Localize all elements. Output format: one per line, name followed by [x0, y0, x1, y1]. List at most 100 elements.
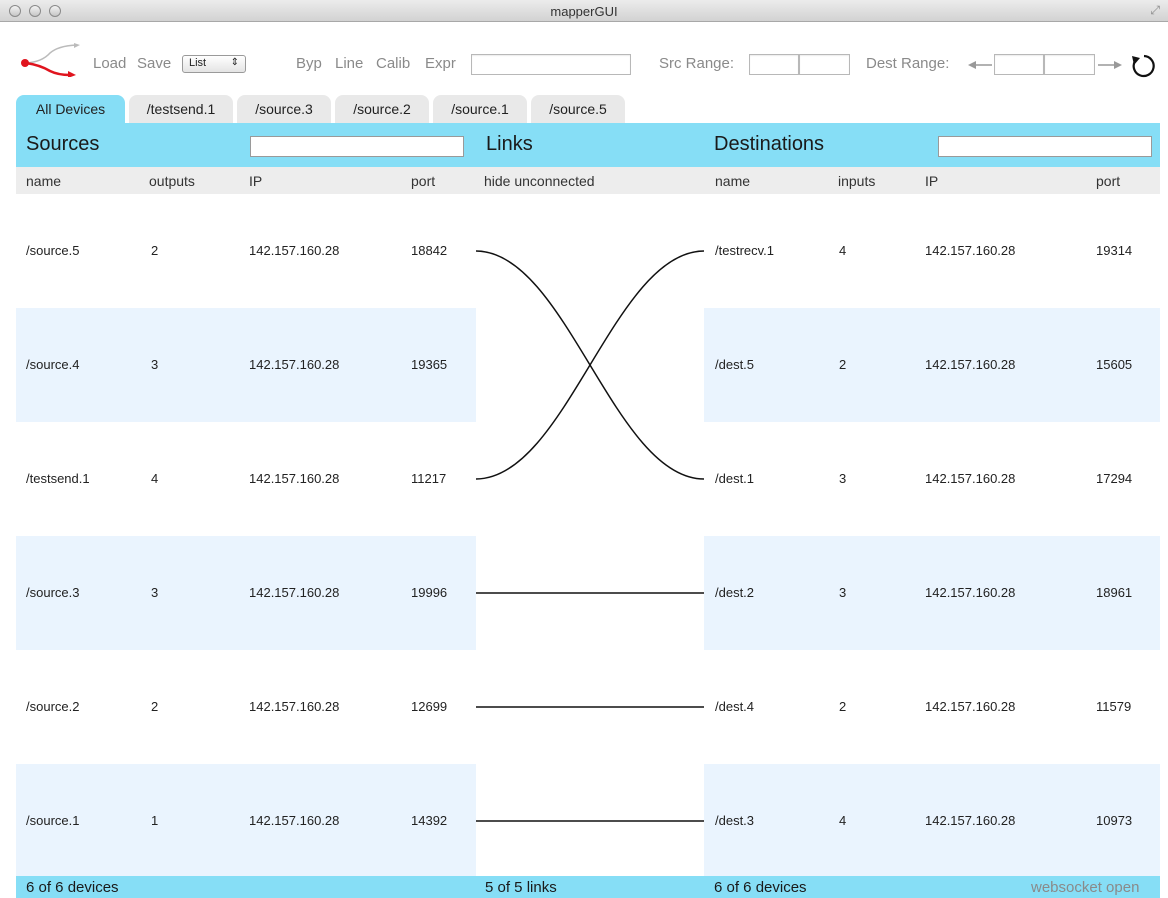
device-port: 11579 [1096, 699, 1132, 714]
tab-all-devices[interactable]: All Devices [16, 95, 125, 123]
sources-col-port[interactable]: port [411, 173, 435, 189]
sources-filter-input[interactable] [250, 136, 464, 157]
device-inputs: 2 [839, 699, 847, 714]
destinations-row[interactable]: /dest.4 2 142.157.160.28 11579 [704, 650, 1160, 764]
src-range-max-input[interactable] [799, 54, 850, 75]
device-name: /source.3 [26, 585, 80, 600]
destinations-row[interactable]: /dest.2 3 142.157.160.28 18961 [704, 536, 1160, 650]
device-port: 14392 [411, 813, 448, 828]
device-name: /dest.1 [715, 471, 755, 486]
sources-col-name[interactable]: name [26, 173, 61, 189]
device-name: /testsend.1 [26, 471, 90, 486]
device-ip: 142.157.160.28 [249, 585, 340, 600]
device-name: /dest.3 [715, 813, 755, 828]
fullscreen-icon[interactable]: ⤢ [1150, 3, 1160, 18]
device-port: 12699 [411, 699, 448, 714]
tab-testsend-1[interactable]: /testsend.1 [129, 95, 233, 123]
destinations-row[interactable]: /dest.3 4 142.157.160.28 10973 [704, 764, 1160, 878]
line-button[interactable]: Line [335, 55, 363, 72]
src-range-min-input[interactable] [749, 54, 799, 75]
expr-label: Expr [425, 55, 456, 72]
device-outputs: 3 [151, 585, 159, 600]
device-inputs: 4 [839, 243, 847, 258]
device-name: /source.1 [26, 813, 80, 828]
refresh-icon[interactable] [1130, 52, 1158, 80]
window-title: mapperGUI [550, 4, 618, 19]
device-port: 10973 [1096, 813, 1133, 828]
destinations-row[interactable]: /dest.1 3 142.157.160.28 17294 [704, 422, 1160, 536]
device-port: 19365 [411, 357, 448, 372]
tab-source-1[interactable]: /source.1 [433, 95, 527, 123]
device-ip: 142.157.160.28 [925, 813, 1016, 828]
destinations-col-ip[interactable]: IP [925, 173, 938, 189]
device-port: 18961 [1096, 585, 1133, 600]
expression-input[interactable] [471, 54, 631, 75]
arrow-left-icon[interactable] [968, 60, 992, 70]
device-port: 15605 [1096, 357, 1133, 372]
view-mode-select[interactable]: List ⇕ [182, 55, 246, 73]
tab-source-3[interactable]: /source.3 [237, 95, 331, 123]
dest-range-max-input[interactable] [1044, 54, 1095, 75]
links-title: Links [486, 133, 533, 155]
arrow-right-icon[interactable] [1098, 60, 1122, 70]
tab-source-5[interactable]: /source.5 [531, 95, 625, 123]
sources-col-outputs[interactable]: outputs [149, 173, 195, 189]
device-name: /dest.4 [715, 699, 755, 714]
destinations-col-port[interactable]: port [1096, 173, 1120, 189]
device-inputs: 2 [839, 357, 847, 372]
view-mode-value: List [189, 57, 207, 69]
dest-range-min-input[interactable] [994, 54, 1044, 75]
destinations-row[interactable]: /dest.5 2 142.157.160.28 15605 [704, 308, 1160, 422]
device-name: /testrecv.1 [715, 243, 775, 258]
device-outputs: 2 [151, 243, 159, 258]
sources-title: Sources [26, 133, 100, 155]
device-ip: 142.157.160.28 [925, 471, 1016, 486]
sources-row[interactable]: /source.1 1 142.157.160.28 14392 [16, 764, 476, 878]
websocket-status: websocket open [1031, 879, 1140, 896]
sources-row[interactable]: /source.5 2 142.157.160.28 18842 [16, 194, 476, 308]
device-ip: 142.157.160.28 [249, 471, 340, 486]
destinations-title: Destinations [714, 133, 825, 155]
destinations-row[interactable]: /testrecv.1 4 142.157.160.28 19314 [704, 194, 1160, 308]
sources-col-ip[interactable]: IP [249, 173, 262, 189]
tab-source-2[interactable]: /source.2 [335, 95, 429, 123]
device-inputs: 3 [839, 471, 847, 486]
save-button[interactable]: Save [137, 55, 171, 72]
bypass-button[interactable]: Byp [296, 55, 322, 72]
destinations-filter-input[interactable] [938, 136, 1152, 157]
link-line [476, 250, 704, 480]
destinations-col-inputs[interactable]: inputs [838, 173, 875, 189]
device-outputs: 4 [151, 471, 159, 486]
device-port: 11217 [411, 471, 447, 486]
device-name: /source.5 [26, 243, 80, 258]
device-ip: 142.157.160.28 [249, 357, 340, 372]
src-range-label: Src Range: [659, 55, 735, 72]
device-outputs: 3 [151, 357, 159, 372]
device-ip: 142.157.160.28 [925, 699, 1016, 714]
destinations-count: 6 of 6 devices [714, 879, 807, 896]
links-canvas[interactable] [476, 194, 704, 878]
sources-row[interactable]: /testsend.1 4 142.157.160.28 11217 [16, 422, 476, 536]
title-bar: mapperGUI ⤢ [0, 0, 1168, 22]
load-button[interactable]: Load [93, 55, 126, 72]
device-name: /dest.2 [715, 585, 755, 600]
sources-count: 6 of 6 devices [26, 879, 119, 896]
device-ip: 142.157.160.28 [249, 699, 340, 714]
footer-bar [16, 876, 1160, 898]
destinations-col-name[interactable]: name [715, 173, 750, 189]
sources-row[interactable]: /source.4 3 142.157.160.28 19365 [16, 308, 476, 422]
device-outputs: 1 [151, 813, 159, 828]
device-name: /dest.5 [715, 357, 755, 372]
hide-unconnected-toggle[interactable]: hide unconnected [484, 173, 595, 189]
sources-row[interactable]: /source.2 2 142.157.160.28 12699 [16, 650, 476, 764]
device-name: /source.4 [26, 357, 80, 372]
device-ip: 142.157.160.28 [925, 357, 1016, 372]
device-inputs: 3 [839, 585, 847, 600]
links-count: 5 of 5 links [485, 879, 557, 896]
sources-row[interactable]: /source.3 3 142.157.160.28 19996 [16, 536, 476, 650]
device-port: 19996 [411, 585, 448, 600]
device-inputs: 4 [839, 813, 847, 828]
calib-button[interactable]: Calib [376, 55, 410, 72]
dest-range-label: Dest Range: [866, 55, 950, 72]
device-ip: 142.157.160.28 [249, 813, 340, 828]
